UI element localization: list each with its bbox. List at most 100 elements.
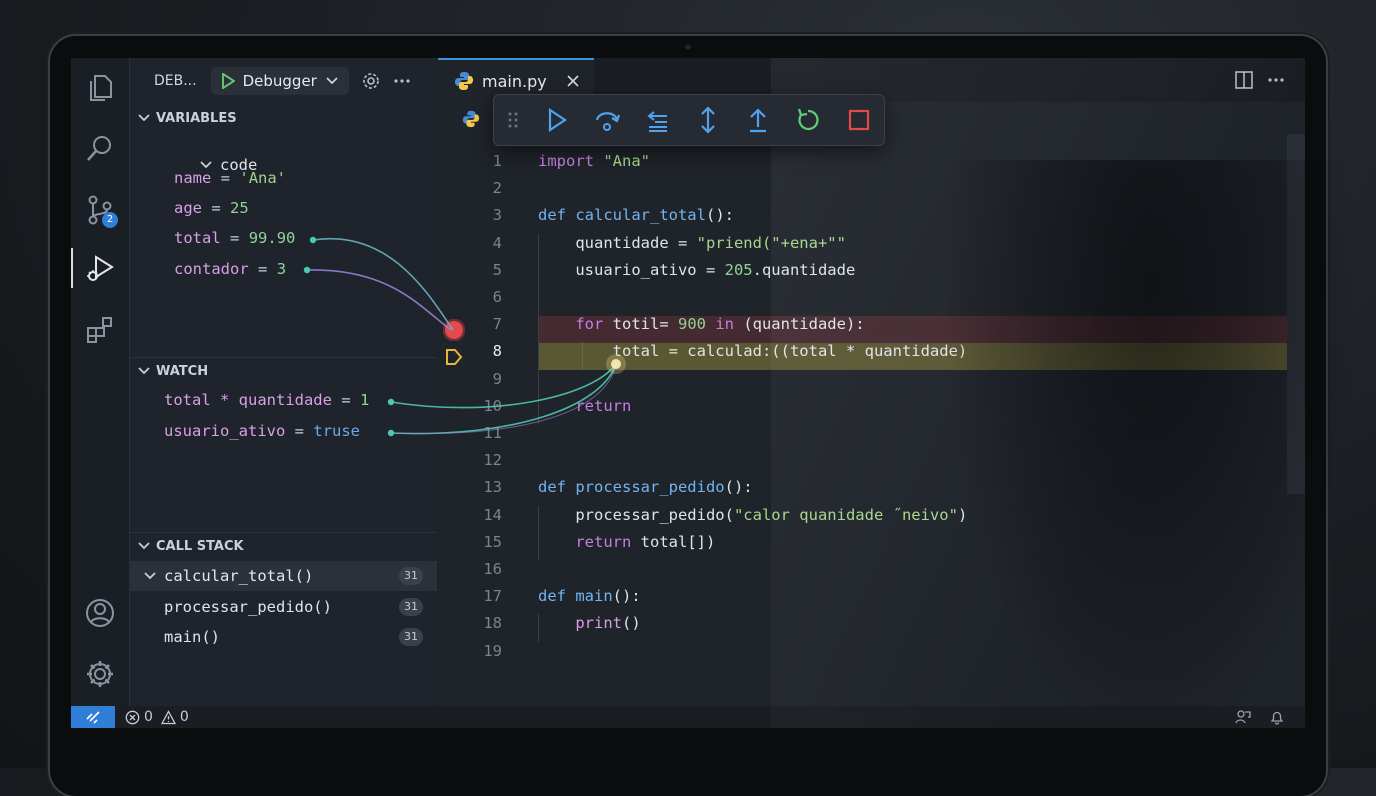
line-number[interactable]: 15 (438, 533, 502, 551)
breakpoint-icon[interactable] (443, 319, 465, 341)
line-number[interactable]: 9 (438, 370, 502, 388)
line-number[interactable]: 5 (438, 261, 502, 279)
code-line[interactable]: def main(): (538, 587, 641, 605)
code-token: def (538, 478, 576, 497)
extensions-icon[interactable] (71, 306, 129, 354)
variable-eq: = (220, 169, 231, 187)
line-number[interactable]: 11 (438, 424, 502, 442)
code-line[interactable]: usuario_ativo = 205.quantidade (538, 261, 855, 279)
code-token: def (538, 587, 576, 606)
remote-indicator-icon[interactable] (71, 706, 115, 728)
search-icon[interactable] (71, 124, 129, 172)
more-actions-icon[interactable] (393, 78, 411, 84)
code-token: ) (957, 505, 968, 524)
close-icon[interactable] (567, 75, 579, 87)
line-number[interactable]: 18 (438, 614, 502, 632)
watch-row[interactable]: usuario_ativo = truse (164, 422, 360, 440)
variable-eq: = (211, 199, 221, 217)
editor-scrollbar[interactable] (1287, 134, 1305, 494)
code-line[interactable]: return total[]) (538, 533, 715, 551)
frame-name: processar_pedido() (164, 598, 332, 616)
step-up-icon[interactable] (733, 95, 783, 145)
line-number[interactable]: 6 (438, 288, 502, 306)
call-stack-frame[interactable]: calcular_total() 31 (130, 561, 437, 591)
restart-icon[interactable] (783, 95, 833, 145)
line-number[interactable]: 1 (438, 152, 502, 170)
code-line[interactable]: def processar_pedido(): (538, 478, 753, 496)
call-stack-section-header[interactable]: CALL STACK (130, 532, 437, 559)
watch-eq: = (294, 422, 305, 440)
code-token: "Ana" (603, 152, 650, 170)
line-number[interactable]: 19 (438, 642, 502, 660)
watch-expression: usuario_ativo (164, 422, 286, 440)
code-token: totil= (603, 315, 678, 334)
continue-icon[interactable] (532, 95, 582, 145)
more-actions-icon[interactable] (1267, 77, 1285, 83)
variable-row[interactable]: name = 'Ana' (174, 169, 286, 187)
indent-guide (582, 342, 583, 370)
call-stack-frame[interactable]: main() 31 (130, 622, 437, 652)
line-number[interactable]: 12 (438, 451, 502, 469)
watch-section-header[interactable]: WATCH (130, 357, 437, 384)
launch-config-select[interactable]: Debugger (210, 67, 349, 95)
source-control-badge: 2 (102, 212, 118, 228)
code-line[interactable]: def calcular_total(): (538, 206, 734, 224)
source-control-icon[interactable]: 2 (71, 186, 129, 234)
files-icon[interactable] (71, 64, 129, 112)
step-over-icon[interactable] (582, 95, 632, 145)
line-number[interactable]: 16 (438, 560, 502, 578)
variable-row[interactable]: age = 25 (174, 199, 249, 217)
notifications-bell-icon[interactable] (1269, 709, 1285, 725)
drag-handle-icon[interactable] (494, 111, 532, 129)
variable-row[interactable]: total = 99.90 (174, 229, 295, 247)
line-number[interactable]: 3 (438, 206, 502, 224)
step-into-icon[interactable] (632, 95, 682, 145)
code-token: total[]) (631, 532, 716, 551)
account-icon[interactable] (71, 589, 129, 637)
step-out-icon[interactable] (683, 95, 733, 145)
run-debug-icon[interactable] (71, 244, 129, 292)
line-number[interactable]: 17 (438, 587, 502, 605)
code-token: "priend("+ena+"" (696, 233, 846, 252)
variable-row[interactable]: contador = 3 (174, 260, 286, 278)
line-number[interactable]: 13 (438, 478, 502, 496)
warning-icon (160, 709, 176, 724)
line-number[interactable]: 2 (438, 179, 502, 197)
variables-section-header[interactable]: VARIABLES (130, 105, 437, 131)
variable-value: 99.90 (248, 229, 296, 247)
watch-expression: total * quantidade (164, 391, 332, 409)
chevron-down-icon (138, 366, 150, 376)
variable-eq: = (258, 260, 268, 278)
code-line[interactable]: for totil= 900 in (quantidade): (538, 315, 864, 334)
split-editor-icon[interactable] (1235, 71, 1253, 89)
feedback-icon[interactable] (1235, 709, 1251, 725)
watch-eq: = (341, 391, 351, 409)
code-line[interactable]: processar_pedido("calor quanidade ˝neivo… (538, 506, 967, 524)
code-line[interactable]: total = calculad:((total * quantidade) (538, 342, 968, 360)
execution-arrow-icon (446, 349, 463, 365)
call-stack-frame[interactable]: processar_pedido() 31 (130, 592, 437, 622)
frame-line-badge: 31 (399, 567, 423, 585)
tab-label: main.py (482, 71, 547, 91)
debug-settings-gear-icon[interactable] (361, 71, 381, 91)
start-debug-icon (221, 73, 235, 89)
code-line[interactable]: print() (538, 614, 640, 632)
line-number[interactable]: 10 (438, 397, 502, 415)
stop-icon[interactable] (834, 95, 884, 145)
breadcrumb-python-icon[interactable] (462, 110, 480, 128)
code-token: return (575, 532, 632, 551)
chevron-down-icon (138, 541, 150, 551)
line-number[interactable]: 14 (438, 506, 502, 524)
code-line[interactable]: quantidade = "priend("+ena+"" (538, 234, 846, 252)
watch-row[interactable]: total * quantidade = 1 (164, 391, 369, 409)
code-line[interactable]: return (538, 397, 631, 415)
line-number[interactable]: 4 (438, 234, 502, 252)
code-token: usuario_ativo = (538, 260, 725, 279)
problems-indicator[interactable]: 0 0 (125, 709, 189, 725)
code-token: return (575, 396, 632, 415)
settings-gear-icon[interactable] (71, 650, 129, 698)
chevron-down-icon (326, 77, 338, 85)
code-token: (): (724, 478, 753, 497)
code-line[interactable]: import "Ana" (538, 152, 650, 170)
